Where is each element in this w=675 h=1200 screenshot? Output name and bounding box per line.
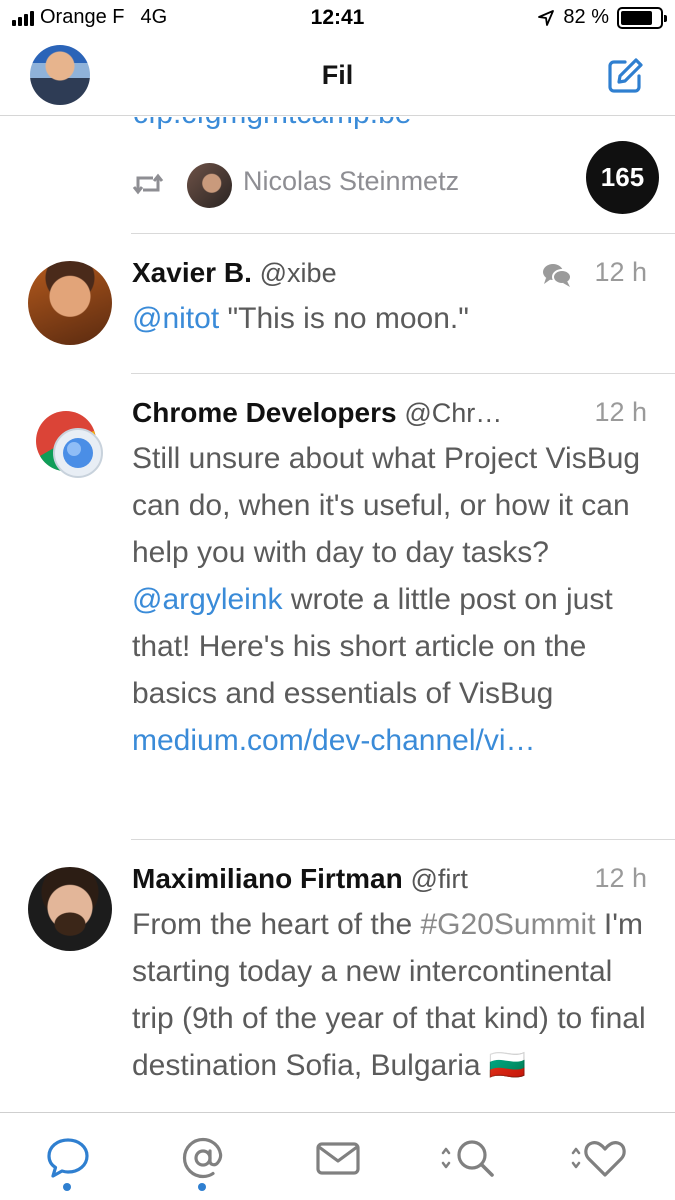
tweet-text-part: "This is no moon." <box>219 302 469 335</box>
user-handle[interactable]: @firt <box>411 864 468 894</box>
tweet-item[interactable]: Chrome Developers @Chr… 12 h Still unsur… <box>0 373 675 839</box>
retweet-icon <box>132 173 164 195</box>
user-name[interactable]: Chrome Developers <box>132 397 397 428</box>
tab-search[interactable] <box>432 1131 502 1191</box>
user-name[interactable]: Maximiliano Firtman <box>132 863 403 894</box>
mention-link[interactable]: @nitot <box>132 302 219 335</box>
retweeter-avatar[interactable] <box>187 163 232 208</box>
user-handle[interactable]: @xibe <box>260 258 337 288</box>
tweet-header: Maximiliano Firtman @firt <box>132 863 565 895</box>
tweet-time: 12 h <box>594 397 647 427</box>
tweet-header: Xavier B. @xibe <box>132 257 565 289</box>
user-avatar[interactable] <box>28 867 112 951</box>
tweet-time: 12 h <box>594 257 647 287</box>
status-right: 82 % <box>537 6 667 29</box>
tab-mentions[interactable] <box>172 1131 232 1191</box>
tweet-item[interactable]: Maximiliano Firtman @firt 12 h From the … <box>0 839 675 1112</box>
separator <box>131 373 675 374</box>
tab-timeline[interactable] <box>37 1131 97 1191</box>
tweet-text-part: Still unsure about what Project VisBug c… <box>132 442 641 569</box>
heart-icon <box>571 1141 626 1177</box>
tweet-link[interactable]: cfp.cfgmgmtcamp.be <box>133 117 411 131</box>
status-bar: Orange F 4G 12:41 82 % <box>0 0 675 38</box>
separator <box>131 233 675 234</box>
mention-link[interactable]: @argyleink <box>132 583 283 616</box>
nav-bar: Fil <box>0 38 675 116</box>
chrome-logo-icon[interactable] <box>28 401 112 485</box>
page-title: Fil <box>321 60 354 90</box>
tab-bar <box>0 1112 675 1200</box>
retweeter-name[interactable]: Nicolas Steinmetz <box>243 166 459 197</box>
user-handle[interactable]: @Chr… <box>404 398 502 428</box>
tweet-header: Chrome Developers @Chr… <box>132 397 565 429</box>
at-sign-icon <box>182 1137 223 1179</box>
tweet-text: From the heart of the #G20Summit I'm sta… <box>132 901 647 1089</box>
envelope-icon <box>316 1142 360 1175</box>
tweet-text: @nitot "This is no moon." <box>132 295 647 342</box>
tweet-time: 12 h <box>594 863 647 893</box>
tweet-text-part: From the heart of the <box>132 908 421 941</box>
unread-dot <box>198 1183 206 1191</box>
tab-likes[interactable] <box>562 1131 632 1191</box>
location-arrow-icon <box>538 9 555 26</box>
user-avatar[interactable] <box>28 261 112 345</box>
unread-count-badge[interactable]: 165 <box>586 141 659 214</box>
separator <box>131 839 675 840</box>
tweet-item[interactable]: Xavier B. @xibe 12 h @nitot "This is no … <box>0 233 675 373</box>
partial-tweet[interactable]: cfp.cfgmgmtcamp.be Nicolas Steinmetz 165 <box>0 117 675 233</box>
compose-icon[interactable] <box>605 56 645 96</box>
battery-level <box>621 10 653 25</box>
battery-icon <box>617 6 667 29</box>
speech-bubble-icon <box>47 1138 89 1178</box>
search-icon <box>441 1140 494 1177</box>
url-link[interactable]: medium.com/dev-channel/vi… <box>132 724 536 757</box>
tweet-text: Still unsure about what Project VisBug c… <box>132 435 647 764</box>
unread-dot <box>63 1183 71 1191</box>
hashtag-link[interactable]: #G20Summit <box>420 908 595 941</box>
conversation-icon <box>543 264 572 287</box>
tab-messages[interactable] <box>307 1131 367 1191</box>
battery-percent: 82 % <box>563 6 609 28</box>
timeline[interactable]: cfp.cfgmgmtcamp.be Nicolas Steinmetz 165… <box>0 117 675 1112</box>
user-name[interactable]: Xavier B. <box>132 257 252 288</box>
